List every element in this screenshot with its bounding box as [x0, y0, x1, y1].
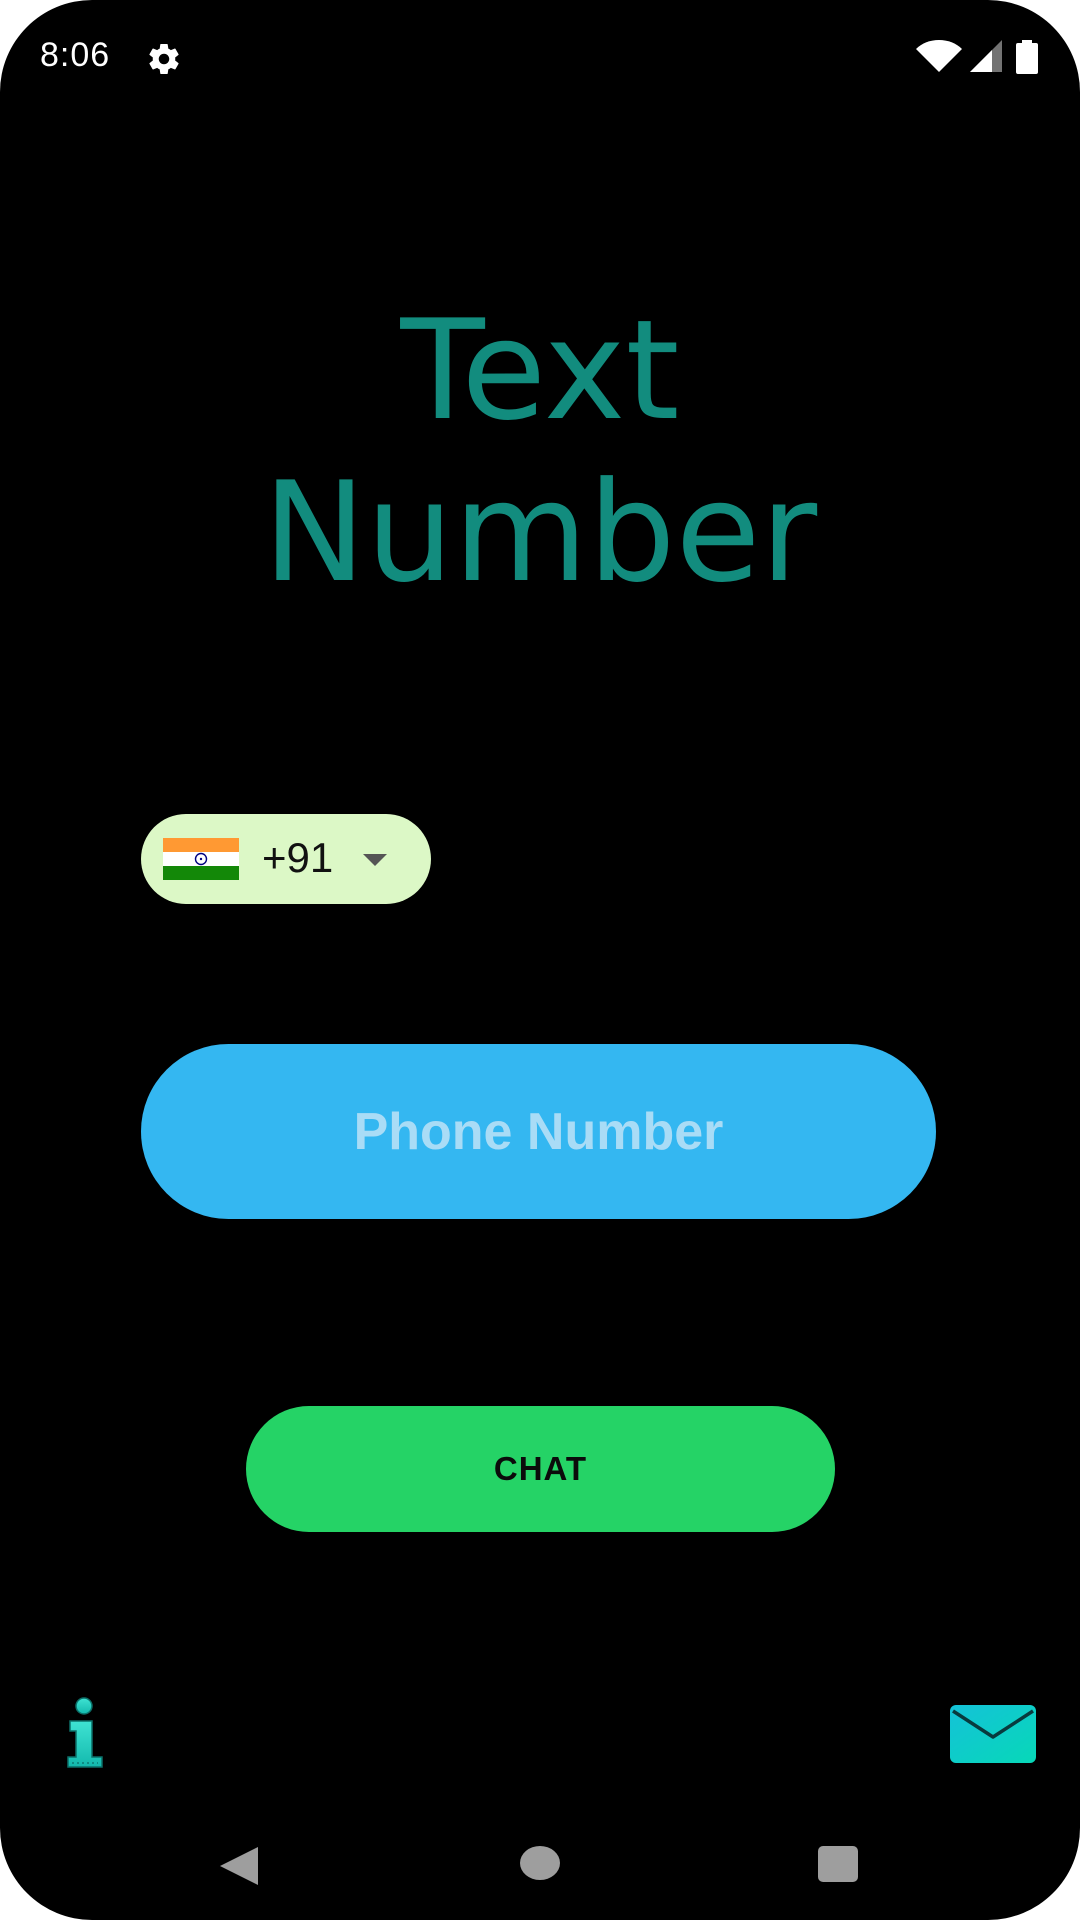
- app-screen: 8:06 Text Number +91 Phone Number CHAT: [0, 0, 1080, 1920]
- india-flag-icon: [163, 838, 239, 880]
- chevron-down-icon: [363, 854, 387, 866]
- title-line-2: Number: [262, 452, 818, 613]
- country-code-text: +91: [262, 834, 334, 881]
- gear-icon: [149, 43, 179, 74]
- home-icon[interactable]: [520, 1846, 560, 1880]
- country-code-picker[interactable]: +91: [141, 814, 431, 904]
- status-bar: 8:06: [0, 0, 1080, 115]
- status-time: 8:06: [40, 36, 111, 74]
- wifi-icon: [916, 40, 962, 72]
- mail-icon[interactable]: [950, 1705, 1036, 1763]
- chat-button[interactable]: CHAT: [246, 1406, 835, 1532]
- info-icon[interactable]: [62, 1697, 112, 1771]
- battery-icon: [1016, 40, 1038, 74]
- back-icon[interactable]: [218, 1845, 260, 1887]
- title-line-1: Text: [400, 290, 680, 451]
- app-title: Text Number: [0, 290, 1080, 614]
- navigation-bar: [0, 1820, 1080, 1920]
- status-icons: [916, 40, 1040, 74]
- signal-icon: [970, 40, 1002, 72]
- phone-input-container: [141, 1044, 936, 1219]
- recents-icon[interactable]: [818, 1846, 858, 1882]
- phone-number-input[interactable]: [141, 1044, 936, 1219]
